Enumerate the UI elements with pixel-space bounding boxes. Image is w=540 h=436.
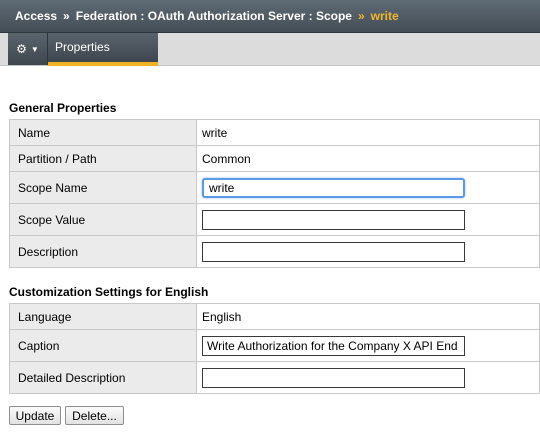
- table-row: Scope Name write: [9, 171, 540, 204]
- description-label: Description: [9, 235, 197, 268]
- breadcrumb: Access » Federation : OAuth Authorizatio…: [0, 0, 540, 33]
- customization-settings-table: Language English Caption Write Authoriza…: [9, 303, 540, 394]
- detailed-description-input[interactable]: [202, 367, 465, 388]
- tab-bar: ⚙ ▼ Properties: [0, 33, 540, 66]
- table-row: Language English: [9, 303, 540, 330]
- tab-properties[interactable]: Properties: [48, 33, 158, 66]
- table-row: Partition / Path Common: [9, 145, 540, 172]
- table-row: Description: [9, 235, 540, 268]
- scope-name-label: Scope Name: [9, 171, 197, 204]
- breadcrumb-separator-current: »: [357, 9, 365, 23]
- breadcrumb-item-federation[interactable]: Federation : OAuth Authorization Server …: [76, 9, 352, 23]
- caption-label: Caption: [9, 329, 197, 362]
- customization-settings-title: Customization Settings for English: [9, 285, 209, 299]
- partition-label: Partition / Path: [9, 145, 197, 172]
- description-input[interactable]: [202, 241, 465, 262]
- name-label: Name: [9, 119, 197, 146]
- breadcrumb-current: write: [370, 9, 399, 23]
- caption-input[interactable]: Write Authorization for the Company X AP…: [202, 335, 465, 356]
- table-row: Caption Write Authorization for the Comp…: [9, 329, 540, 362]
- general-properties-table: Name write Partition / Path Common Scope…: [9, 119, 540, 268]
- table-row: Scope Value: [9, 203, 540, 236]
- breadcrumb-separator: »: [63, 9, 70, 23]
- language-value: English: [196, 303, 540, 330]
- partition-value: Common: [196, 145, 540, 172]
- detailed-description-label: Detailed Description: [9, 361, 197, 394]
- table-row: Name write: [9, 119, 540, 146]
- scope-value-label: Scope Value: [9, 203, 197, 236]
- gear-icon: ⚙: [16, 42, 27, 56]
- update-button[interactable]: Update: [9, 406, 61, 425]
- gear-menu-button[interactable]: ⚙ ▼: [8, 33, 48, 65]
- delete-button[interactable]: Delete...: [65, 406, 124, 425]
- scope-value-input[interactable]: [202, 209, 465, 230]
- general-properties-title: General Properties: [9, 101, 117, 115]
- breadcrumb-item-access[interactable]: Access: [15, 9, 57, 23]
- language-label: Language: [9, 303, 197, 330]
- scope-name-input[interactable]: write: [202, 177, 465, 198]
- name-value: write: [196, 119, 540, 146]
- chevron-down-icon: ▼: [30, 44, 39, 54]
- table-row: Detailed Description: [9, 361, 540, 394]
